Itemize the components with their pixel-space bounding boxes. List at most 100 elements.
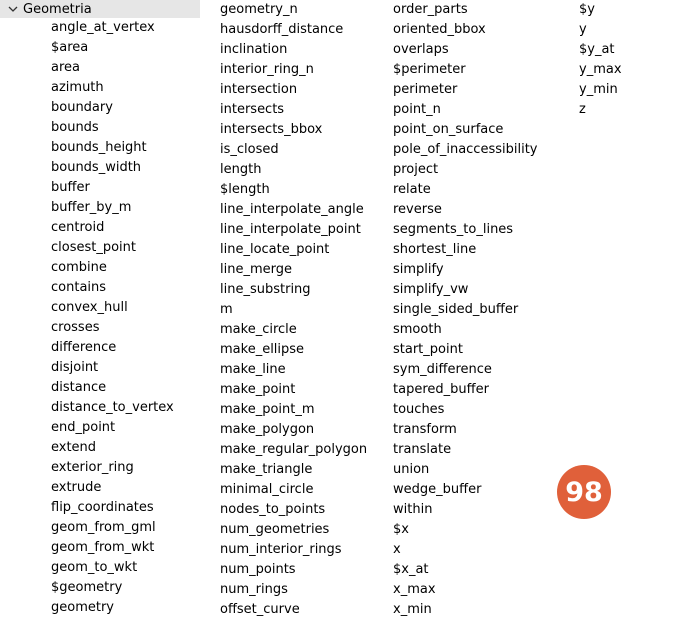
function-list-item[interactable]: num_geometries xyxy=(220,520,367,540)
function-list-item[interactable]: make_polygon xyxy=(220,420,367,440)
function-list-item[interactable]: $geometry xyxy=(51,578,174,598)
function-list-item[interactable]: make_regular_polygon xyxy=(220,440,367,460)
function-list-item[interactable]: interior_ring_n xyxy=(220,60,367,80)
function-list-item[interactable]: shortest_line xyxy=(393,240,538,260)
function-list-item[interactable]: simplify xyxy=(393,260,538,280)
function-list-item[interactable]: disjoint xyxy=(51,358,174,378)
function-list-item[interactable]: geom_to_wkt xyxy=(51,558,174,578)
function-list-item[interactable]: hausdorff_distance xyxy=(220,20,367,40)
function-list-item[interactable]: contains xyxy=(51,278,174,298)
function-list-item[interactable]: geometry_n xyxy=(220,0,367,20)
function-list-item[interactable]: within xyxy=(393,500,538,520)
function-list-item[interactable]: y_min xyxy=(579,80,622,100)
function-list-item[interactable]: y xyxy=(579,20,622,40)
chevron-down-icon[interactable] xyxy=(6,0,20,18)
function-list-item[interactable]: num_points xyxy=(220,560,367,580)
function-list-item[interactable]: make_point_m xyxy=(220,400,367,420)
function-list-item[interactable]: translate xyxy=(393,440,538,460)
function-list-item[interactable]: perimeter xyxy=(393,80,538,100)
function-list-item[interactable]: make_line xyxy=(220,360,367,380)
function-list-item[interactable]: azimuth xyxy=(51,78,174,98)
function-list-item[interactable]: pole_of_inaccessibility xyxy=(393,140,538,160)
function-list-item[interactable]: oriented_bbox xyxy=(393,20,538,40)
function-list-item[interactable]: $area xyxy=(51,38,174,58)
function-list-item[interactable]: geometry xyxy=(51,598,174,618)
function-list-item[interactable]: centroid xyxy=(51,218,174,238)
function-list-item[interactable]: intersection xyxy=(220,80,367,100)
function-list-item[interactable]: make_triangle xyxy=(220,460,367,480)
function-list-item[interactable]: difference xyxy=(51,338,174,358)
function-list-item[interactable]: bounds xyxy=(51,118,174,138)
function-list-item[interactable]: closest_point xyxy=(51,238,174,258)
function-list-item[interactable]: inclination xyxy=(220,40,367,60)
group-header-geometria[interactable]: Geometria xyxy=(0,0,200,18)
function-list-item[interactable]: distance_to_vertex xyxy=(51,398,174,418)
function-list-item[interactable]: geom_from_gml xyxy=(51,518,174,538)
function-list-item[interactable]: distance xyxy=(51,378,174,398)
function-list-item[interactable]: nodes_to_points xyxy=(220,500,367,520)
function-list-item[interactable]: angle_at_vertex xyxy=(51,18,174,38)
function-list-item[interactable]: buffer xyxy=(51,178,174,198)
function-list-item[interactable]: line_interpolate_angle xyxy=(220,200,367,220)
function-list-item[interactable]: reverse xyxy=(393,200,538,220)
function-list-item[interactable]: crosses xyxy=(51,318,174,338)
function-list-item[interactable]: geom_from_wkt xyxy=(51,538,174,558)
function-list-item[interactable]: tapered_buffer xyxy=(393,380,538,400)
function-list-item[interactable]: relate xyxy=(393,180,538,200)
function-list-item[interactable]: m xyxy=(220,300,367,320)
function-list-item[interactable]: convex_hull xyxy=(51,298,174,318)
function-list-item[interactable]: extrude xyxy=(51,478,174,498)
function-list-item[interactable]: x xyxy=(393,540,538,560)
function-list-item[interactable]: line_interpolate_point xyxy=(220,220,367,240)
function-list-item[interactable]: num_rings xyxy=(220,580,367,600)
function-list-item[interactable]: bounds_height xyxy=(51,138,174,158)
function-list-item[interactable]: $x xyxy=(393,520,538,540)
function-list-item[interactable]: exterior_ring xyxy=(51,458,174,478)
function-list-item[interactable]: $x_at xyxy=(393,560,538,580)
function-list-item[interactable]: offset_curve xyxy=(220,600,367,620)
function-list-item[interactable]: length xyxy=(220,160,367,180)
function-list-item[interactable]: $perimeter xyxy=(393,60,538,80)
function-list-item[interactable]: extend xyxy=(51,438,174,458)
function-list-item[interactable]: intersects_bbox xyxy=(220,120,367,140)
function-list-item[interactable]: make_point xyxy=(220,380,367,400)
function-list-item[interactable]: segments_to_lines xyxy=(393,220,538,240)
function-list-item[interactable]: project xyxy=(393,160,538,180)
function-list-item[interactable]: intersects xyxy=(220,100,367,120)
function-list-item[interactable]: line_merge xyxy=(220,260,367,280)
function-list-item[interactable]: $y xyxy=(579,0,622,20)
function-list-item[interactable]: start_point xyxy=(393,340,538,360)
function-list-item[interactable]: buffer_by_m xyxy=(51,198,174,218)
function-list-item[interactable]: union xyxy=(393,460,538,480)
function-list-item[interactable]: transform xyxy=(393,420,538,440)
function-list-item[interactable]: make_ellipse xyxy=(220,340,367,360)
function-list-item[interactable]: point_n xyxy=(393,100,538,120)
function-list-item[interactable]: overlaps xyxy=(393,40,538,60)
function-list-item[interactable]: $y_at xyxy=(579,40,622,60)
function-list-item[interactable]: combine xyxy=(51,258,174,278)
function-list-item[interactable]: single_sided_buffer xyxy=(393,300,538,320)
function-list-item[interactable]: $length xyxy=(220,180,367,200)
function-list-item[interactable]: end_point xyxy=(51,418,174,438)
function-list-item[interactable]: is_closed xyxy=(220,140,367,160)
function-list-item[interactable]: flip_coordinates xyxy=(51,498,174,518)
function-list-item[interactable]: smooth xyxy=(393,320,538,340)
function-list-item[interactable]: order_parts xyxy=(393,0,538,20)
function-list-item[interactable]: x_min xyxy=(393,600,538,620)
function-list-item[interactable]: area xyxy=(51,58,174,78)
function-list-item[interactable]: simplify_vw xyxy=(393,280,538,300)
function-list-item[interactable]: point_on_surface xyxy=(393,120,538,140)
function-list-item[interactable]: wedge_buffer xyxy=(393,480,538,500)
function-list-item[interactable]: make_circle xyxy=(220,320,367,340)
function-list-item[interactable]: minimal_circle xyxy=(220,480,367,500)
function-list-item[interactable]: y_max xyxy=(579,60,622,80)
function-list-item[interactable]: z xyxy=(579,100,622,120)
function-list-item[interactable]: sym_difference xyxy=(393,360,538,380)
function-list-item[interactable]: bounds_width xyxy=(51,158,174,178)
function-list-item[interactable]: line_locate_point xyxy=(220,240,367,260)
function-list-item[interactable]: line_substring xyxy=(213,280,367,301)
function-list-item[interactable]: num_interior_rings xyxy=(220,540,367,560)
function-list-item[interactable]: x_max xyxy=(393,580,538,600)
function-list-item[interactable]: boundary xyxy=(51,98,174,118)
function-list-item[interactable]: touches xyxy=(393,400,538,420)
